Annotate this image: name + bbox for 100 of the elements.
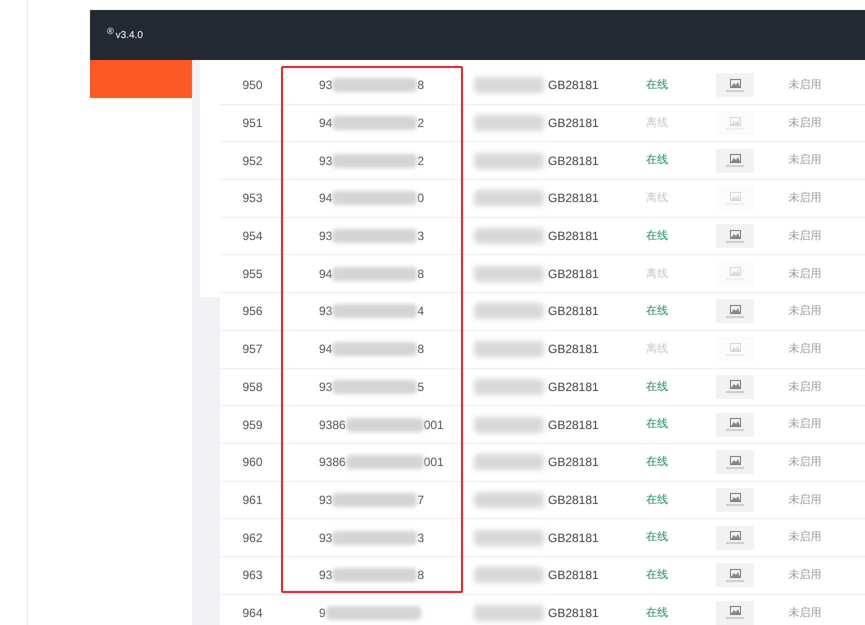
status-text: 在线 <box>645 606 669 621</box>
registered-mark: ® <box>107 25 114 38</box>
protocol-cell-text: GB28181 <box>548 266 600 283</box>
status-text: 在线 <box>645 492 669 508</box>
protocol-cell-text: GB28181 <box>548 492 600 509</box>
device-id-text: 93 <box>319 378 332 396</box>
status-text: 在线 <box>645 78 669 94</box>
index-cell-text: 954 <box>241 228 264 246</box>
status-text: 在线 <box>645 228 669 244</box>
redacted-block <box>474 604 544 621</box>
redacted-block <box>474 266 544 282</box>
device-id-text: 2 <box>417 152 424 170</box>
index-cell-text: 957 <box>241 341 264 358</box>
device-id-text: 2 <box>417 115 424 132</box>
redacted-block <box>474 416 544 433</box>
stream-status-text: 未启用 <box>788 266 822 282</box>
device-id-text: 93 <box>319 492 332 509</box>
device-id-text: 93 <box>319 530 332 547</box>
stream-status-text: 未启用 <box>788 304 822 320</box>
stream-status-text: 未启用 <box>788 492 822 508</box>
protocol-cell-text: GB28181 <box>548 77 600 94</box>
active-menu-item[interactable] <box>90 60 192 98</box>
redacted-block <box>474 378 544 395</box>
protocol-cell-text: GB28181 <box>548 378 600 396</box>
stream-status-text: 未启用 <box>788 190 822 206</box>
protocol-cell-text: GB28181 <box>548 530 600 547</box>
device-id-text: 93 <box>319 152 332 170</box>
version-label: v3.4.0 <box>116 28 143 42</box>
device-id-text: 8 <box>417 266 424 283</box>
device-id-text: 9 <box>319 604 326 622</box>
index-cell-text: 962 <box>241 530 264 547</box>
redacted-block <box>474 303 544 320</box>
index-cell-text: 950 <box>241 77 264 94</box>
protocol-cell-text: GB28181 <box>548 190 600 208</box>
stream-status-text: 未启用 <box>788 78 822 94</box>
redacted-block <box>474 115 544 132</box>
index-cell-text: 951 <box>241 115 264 132</box>
redacted-block <box>474 530 544 546</box>
redacted-block <box>474 77 544 94</box>
device-id-text: 3 <box>417 530 424 547</box>
status-text: 在线 <box>645 153 669 168</box>
redacted-block <box>474 190 544 206</box>
device-id-text: 94 <box>319 115 332 132</box>
index-cell-text: 958 <box>241 378 264 396</box>
device-id-text: 8 <box>417 341 424 358</box>
device-id-text: 4 <box>417 303 424 320</box>
device-id-text: 8 <box>417 77 424 94</box>
device-id-text: 93 <box>319 567 332 584</box>
status-text: 在线 <box>645 568 669 584</box>
device-id-text: 3 <box>417 228 424 246</box>
index-cell-text: 960 <box>241 454 264 472</box>
stream-status-text: 未启用 <box>788 606 822 621</box>
index-cell-text: 959 <box>241 416 264 434</box>
device-id-text: 5 <box>417 378 424 396</box>
redacted-block <box>474 228 544 244</box>
status-text: 在线 <box>645 417 669 432</box>
index-cell-text: 963 <box>241 567 264 584</box>
stream-status-text: 未启用 <box>788 454 822 470</box>
index-cell-text: 956 <box>241 303 264 320</box>
redacted-block <box>474 152 544 169</box>
device-id-text: 8 <box>417 567 424 584</box>
protocol-cell-text: GB28181 <box>548 454 600 472</box>
device-id-text: 94 <box>319 190 332 208</box>
index-cell-text: 955 <box>241 266 264 283</box>
status-text: 在线 <box>645 530 669 546</box>
index-cell-text: 961 <box>241 492 264 509</box>
stream-status-text: 未启用 <box>788 568 822 584</box>
device-id-text: 93 <box>319 77 332 94</box>
protocol-cell-text: GB28181 <box>548 152 600 170</box>
index-cell-text: 952 <box>241 152 264 170</box>
redacted-block <box>474 341 544 358</box>
stream-status-text: 未启用 <box>788 416 822 432</box>
stream-status-text: 未启用 <box>788 228 822 244</box>
stream-status-text: 未启用 <box>788 116 822 131</box>
index-cell-text: 964 <box>241 604 264 622</box>
protocol-cell-text: GB28181 <box>548 604 600 622</box>
protocol-cell-text: GB28181 <box>548 567 600 584</box>
device-id-text: 0 <box>417 190 424 208</box>
device-id-text: 001 <box>424 454 444 472</box>
stream-status-text: 未启用 <box>788 342 822 357</box>
device-id-text: 9386 <box>319 416 346 434</box>
protocol-cell-text: GB28181 <box>548 228 600 246</box>
redacted-block <box>474 454 544 470</box>
device-id-text: 94 <box>319 341 332 358</box>
protocol-cell-text: GB28181 <box>548 416 600 434</box>
device-id-text: 9386 <box>319 454 346 472</box>
status-text: 在线 <box>645 454 669 470</box>
redacted-block <box>474 567 544 584</box>
protocol-cell-text: GB28181 <box>548 303 600 320</box>
device-id-text: 93 <box>319 303 332 320</box>
device-id-text: 93 <box>319 228 332 246</box>
stream-status-text: 未启用 <box>788 152 822 168</box>
status-text: 在线 <box>645 380 669 395</box>
stream-status-text: 未启用 <box>788 380 822 395</box>
index-cell-text: 953 <box>241 190 264 208</box>
status-text: 在线 <box>645 304 669 320</box>
protocol-cell-text: GB28181 <box>548 115 600 132</box>
device-id-text: 001 <box>424 416 444 434</box>
stream-status-text: 未启用 <box>788 530 822 546</box>
device-id-text: 7 <box>417 492 424 509</box>
